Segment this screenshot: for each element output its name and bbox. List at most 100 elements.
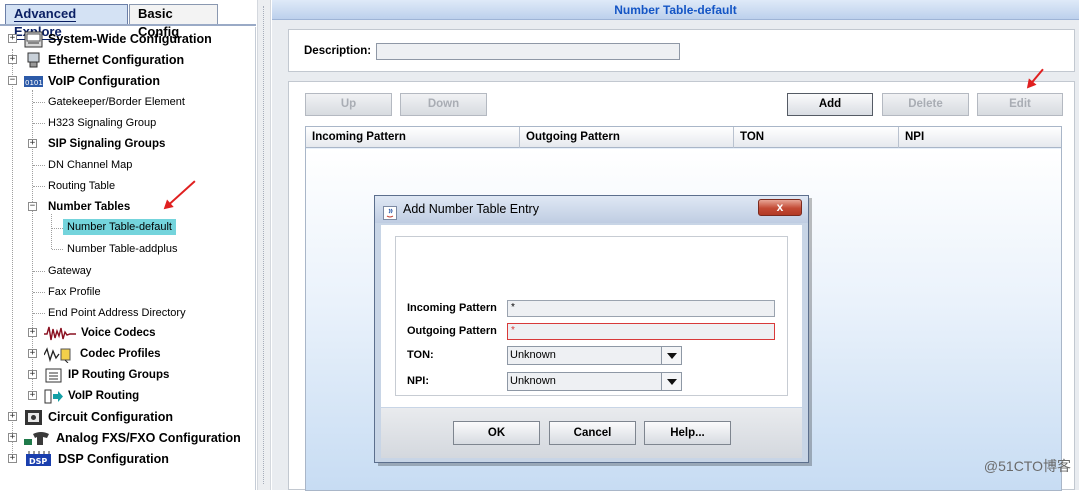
ok-button[interactable]: OK [453,421,540,445]
ton-select[interactable]: Unknown [507,346,682,365]
help-button[interactable]: Help... [644,421,731,445]
description-label: Description: [304,45,372,57]
expand-icon[interactable]: + [28,391,37,400]
dialog-body: Incoming Pattern * Outgoing Pattern * TO… [381,225,802,407]
splitter-grip[interactable] [263,6,266,484]
left-panel: Advanced Explore Basic Config + System-W… [0,0,256,490]
tree-item-number-table-default[interactable]: Number Table-default [63,217,176,237]
config-tree: + System-Wide Configuration + Ethernet C… [0,27,256,490]
tab-advanced-explore[interactable]: Advanced Explore [5,4,128,40]
close-button[interactable]: x [758,199,802,216]
panel-splitter[interactable] [257,0,271,490]
incoming-pattern-label: Incoming Pattern [407,302,497,314]
dialog-title: Add Number Table Entry [403,202,539,216]
npi-select[interactable]: Unknown [507,372,682,391]
tree-branch [33,186,45,187]
column-ton[interactable]: TON [734,127,899,148]
page-title: Number Table-default [272,0,1079,20]
delete-button[interactable]: Delete [882,93,969,116]
outgoing-pattern-input[interactable]: * [507,323,775,340]
collapse-icon[interactable]: − [28,202,37,211]
npi-selected-value: Unknown [510,375,556,387]
entry-form: Incoming Pattern * Outgoing Pattern * TO… [395,236,788,396]
tree-item-gateway[interactable]: Gateway [48,261,91,281]
tree-item-codec-profiles[interactable]: + Codec Profiles [28,344,161,364]
expand-icon[interactable]: + [8,55,17,64]
description-input[interactable] [376,43,680,60]
cancel-button[interactable]: Cancel [549,421,636,445]
codec-profile-icon [43,346,75,363]
tree-branch [33,271,45,272]
ton-label: TON: [407,349,434,361]
dialog-footer: OK Cancel Help... [381,408,802,458]
routing-groups-icon [44,367,63,384]
expand-icon[interactable]: + [28,139,37,148]
column-incoming-pattern[interactable]: Incoming Pattern [306,127,520,148]
tree-item-number-table-addplus[interactable]: Number Table-addplus [67,239,177,259]
tree-item-endpoint-directory[interactable]: End Point Address Directory [48,303,186,323]
tree-branch [52,249,63,250]
table-header: Incoming Pattern Outgoing Pattern TON NP… [306,127,1061,148]
ethernet-icon [24,52,43,69]
tree-branch [33,165,45,166]
tab-divider [0,24,256,26]
tree-item-dn-channel-map[interactable]: DN Channel Map [48,155,132,175]
expand-icon[interactable]: + [8,433,17,442]
expand-icon[interactable]: + [8,34,17,43]
close-icon: x [776,200,784,214]
svg-text:0101: 0101 [25,79,43,87]
tree-item-fax-profile[interactable]: Fax Profile [48,282,101,302]
voip-routing-icon [44,388,63,405]
tree-branch [33,102,45,103]
description-section: Description: [288,29,1075,72]
ton-selected-value: Unknown [510,349,556,361]
tree-branch [33,313,45,314]
tree-item-ethernet[interactable]: + Ethernet Configuration [8,50,184,70]
column-outgoing-pattern[interactable]: Outgoing Pattern [520,127,734,148]
tree-item-circuit[interactable]: + Circuit Configuration [8,407,173,427]
voip-icon: 0101 [24,73,43,90]
chevron-down-icon[interactable] [661,347,681,364]
tree-item-sip[interactable]: + SIP Signaling Groups [28,134,165,154]
dsp-chip-icon: DSP [24,450,53,468]
chevron-down-icon[interactable] [661,373,681,390]
tab-basic-config[interactable]: Basic Config [129,4,218,39]
tree-guide-line [51,214,52,249]
incoming-pattern-input[interactable]: * [507,300,775,317]
tree-item-system-wide[interactable]: + System-Wide Configuration [8,29,212,49]
tree-item-gatekeeper[interactable]: Gatekeeper/Border Element [48,92,185,112]
collapse-icon[interactable]: − [8,76,17,85]
outgoing-pattern-label: Outgoing Pattern [407,325,497,337]
edit-button[interactable]: Edit [977,93,1063,116]
tree-item-ip-routing-groups[interactable]: + IP Routing Groups [28,365,169,385]
system-icon [24,31,43,48]
watermark: @51CTO博客 [983,458,1071,474]
add-button[interactable]: Add [787,93,873,116]
dsp-chip-text: DSP [29,457,47,466]
add-number-table-entry-dialog: Add Number Table Entry x Incoming Patter… [374,195,809,463]
tree-item-h323[interactable]: H323 Signaling Group [48,113,156,133]
expand-icon[interactable]: + [28,328,37,337]
explorer-tabs: Advanced Explore Basic Config [0,0,256,40]
expand-icon[interactable]: + [28,370,37,379]
tree-item-routing-table[interactable]: Routing Table [48,176,115,196]
java-icon [383,203,397,220]
tree-branch [52,228,63,229]
tree-item-number-tables[interactable]: − Number Tables [28,197,130,217]
expand-icon[interactable]: + [28,349,37,358]
up-button[interactable]: Up [305,93,392,116]
expand-icon[interactable]: + [8,454,17,463]
tree-item-voip[interactable]: − 0101 VoIP Configuration [8,71,160,91]
down-button[interactable]: Down [400,93,487,116]
waveform-icon [44,325,76,342]
column-npi[interactable]: NPI [899,127,1061,148]
tree-item-voip-routing[interactable]: + VoIP Routing [28,386,139,406]
expand-icon[interactable]: + [8,412,17,421]
tree-item-voice-codecs[interactable]: + Voice Codecs [28,323,156,343]
tree-branch [33,292,45,293]
telephone-icon [24,430,51,447]
circuit-icon [24,409,43,426]
tree-item-analog-fxs-fxo[interactable]: + Analog FXS/FXO Configuration [8,428,241,448]
dialog-titlebar[interactable]: Add Number Table Entry x [375,196,808,223]
tree-item-dsp[interactable]: + DSP DSP Configuration [8,449,169,469]
